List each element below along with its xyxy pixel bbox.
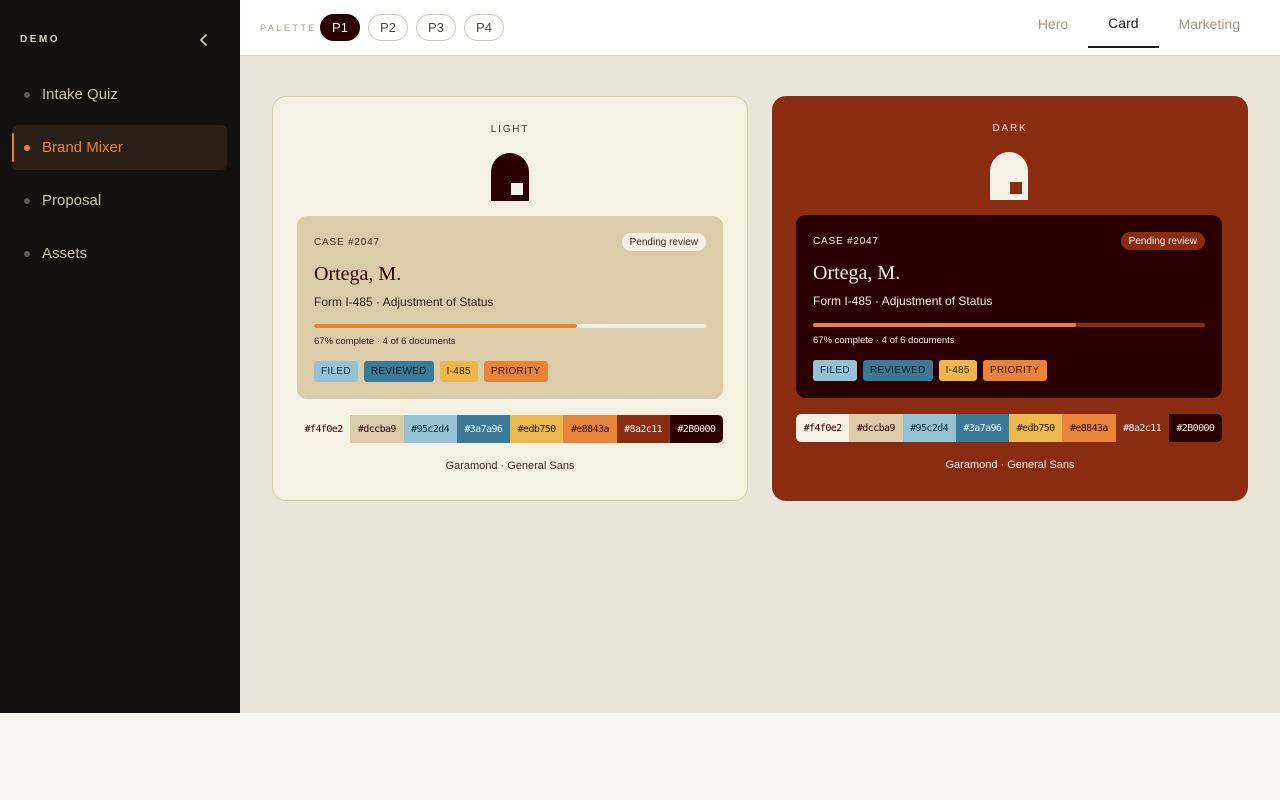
main-area: PALETTE P1 P2 P3 P4 Hero Card Marketing … [240,0,1280,713]
swatch[interactable]: #dccba9 [350,415,404,443]
progress-bar [314,324,706,328]
swatch[interactable]: #dccba9 [849,414,903,442]
palette-button-p3[interactable]: P3 [416,14,456,41]
panel-title: DARK [992,123,1028,134]
swatch[interactable]: #3a7a96 [955,414,1009,442]
case-number: CASE #2047 [314,237,380,248]
form-description: Form I-485 · Adjustment of Status [314,295,494,309]
arch-door-logo [491,153,529,201]
progress-text: 67% complete · 4 of 6 documents [813,335,955,346]
app-shell: DEMO Intake Quiz Brand Mixer Proposal As… [0,0,1280,713]
case-number: CASE #2047 [813,236,879,247]
swatch[interactable]: #2B0000 [669,415,723,443]
brand-label: DEMO [20,34,60,45]
tag-priority: PRIORITY [982,360,1047,381]
tag-reviewed: REVIEWED [363,361,434,382]
light-preview-panel: LIGHT CASE #2047 Pending review Ortega, … [272,96,748,501]
font-pairing: Garamond · General Sans [945,459,1075,471]
font-pairing: Garamond · General Sans [445,460,575,472]
case-card[interactable]: CASE #2047 Pending review Ortega, M. For… [796,215,1222,398]
client-name: Ortega, M. [314,263,402,285]
tag-priority: PRIORITY [483,361,548,382]
sidebar-item-label: Proposal [42,192,102,209]
client-name: Ortega, M. [813,262,901,284]
sidebar-nav: Intake Quiz Brand Mixer Proposal Assets [12,72,227,284]
tag-i-485: I-485 [439,361,478,382]
tab-hero[interactable]: Hero [1018,0,1088,48]
color-swatches: #f4f0e2 #dccba9 #95c2d4 #3a7a96 #edb750 … [796,414,1222,442]
tag-filed: FILED [314,361,358,382]
swatch[interactable]: #f4f0e2 [796,414,850,442]
swatch[interactable]: #edb750 [510,415,564,443]
swatch[interactable]: #2B0000 [1168,414,1222,442]
topbar: PALETTE P1 P2 P3 P4 Hero Card Marketing [240,0,1280,56]
tag-reviewed: REVIEWED [862,360,933,381]
arch-door-logo [990,152,1028,200]
case-card[interactable]: CASE #2047 Pending review Ortega, M. For… [297,216,723,399]
palette-selector: P1 P2 P3 P4 [320,14,504,41]
bullet-icon [24,198,30,204]
tab-marketing[interactable]: Marketing [1159,0,1260,48]
swatch[interactable]: #e8843a [1062,414,1116,442]
progress-fill [314,324,577,328]
sidebar-item-assets[interactable]: Assets [12,231,227,276]
palette-label: PALETTE [260,23,317,33]
sidebar-item-proposal[interactable]: Proposal [12,178,227,223]
chevron-left-icon[interactable] [196,32,212,48]
swatch[interactable]: #edb750 [1009,414,1063,442]
swatch[interactable]: #8a2c11 [616,415,670,443]
tag-filed: FILED [813,360,857,381]
active-indicator [12,133,14,162]
sidebar-item-intake-quiz[interactable]: Intake Quiz [12,72,227,117]
dark-preview-panel: DARK CASE #2047 Pending review Ortega, M… [772,96,1248,501]
progress-bar [813,323,1205,327]
sidebar-item-label: Assets [42,245,88,262]
status-badge: Pending review [621,233,706,251]
swatch[interactable]: #e8843a [563,415,617,443]
progress-text: 67% complete · 4 of 6 documents [314,336,456,347]
palette-button-p1[interactable]: P1 [320,14,360,41]
progress-fill [813,323,1076,327]
form-description: Form I-485 · Adjustment of Status [813,294,993,308]
sidebar: DEMO Intake Quiz Brand Mixer Proposal As… [0,0,240,713]
tag-list: FILED REVIEWED I-485 PRIORITY [314,361,548,382]
panel-title: LIGHT [490,124,530,135]
tab-card[interactable]: Card [1088,0,1159,48]
swatch[interactable]: #8a2c11 [1115,414,1169,442]
palette-button-p4[interactable]: P4 [464,14,504,41]
sidebar-item-label: Intake Quiz [42,86,118,103]
tag-list: FILED REVIEWED I-485 PRIORITY [813,360,1047,381]
sidebar-item-brand-mixer[interactable]: Brand Mixer [12,125,227,170]
palette-button-p2[interactable]: P2 [368,14,408,41]
view-tabs: Hero Card Marketing [1018,0,1260,56]
color-swatches: #f4f0e2 #dccba9 #95c2d4 #3a7a96 #edb750 … [297,415,723,443]
swatch[interactable]: #f4f0e2 [297,415,351,443]
bullet-icon [24,92,30,98]
bullet-icon [24,145,30,151]
sidebar-item-label: Brand Mixer [42,139,123,156]
status-badge: Pending review [1120,232,1205,250]
swatch[interactable]: #3a7a96 [456,415,510,443]
bullet-icon [24,251,30,257]
tag-i-485: I-485 [938,360,977,381]
swatch[interactable]: #95c2d4 [902,414,956,442]
swatch[interactable]: #95c2d4 [403,415,457,443]
